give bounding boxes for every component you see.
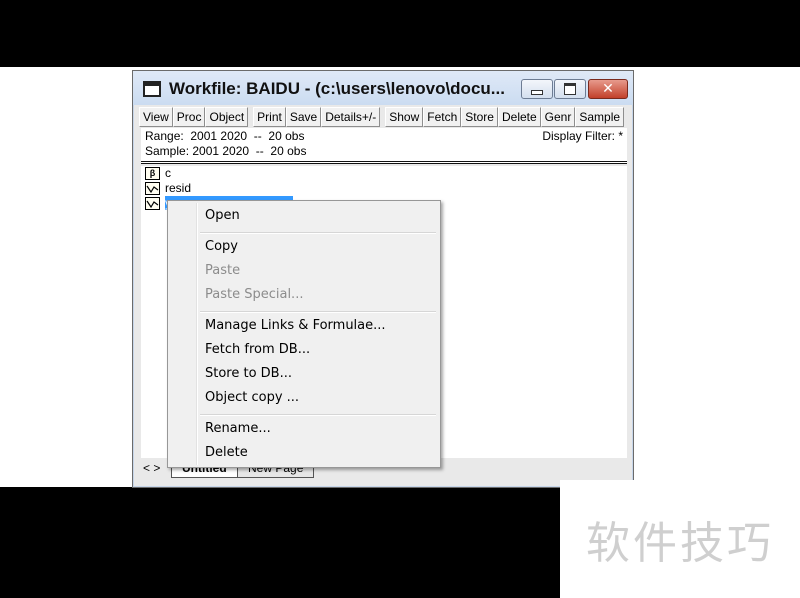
menu-item-store-to-db[interactable]: Store to DB... — [205, 363, 292, 385]
sample-button[interactable]: Sample — [575, 107, 625, 127]
divider — [141, 163, 627, 164]
range-text: Range: 2001 2020 -- 20 obs — [145, 129, 305, 143]
menu-separator — [200, 232, 436, 234]
minimize-icon — [531, 89, 543, 95]
print-button[interactable]: Print — [253, 107, 286, 127]
object-item-resid[interactable]: resid — [145, 181, 191, 195]
view-button[interactable]: View — [139, 107, 173, 127]
object-button[interactable]: Object — [205, 107, 249, 127]
menu-item-fetch-from-db[interactable]: Fetch from DB... — [205, 339, 310, 361]
save-button[interactable]: Save — [285, 107, 322, 127]
menu-item-delete[interactable]: Delete — [205, 442, 248, 464]
object-label: resid — [165, 181, 192, 195]
menu-separator — [200, 414, 436, 416]
beta-icon: β — [145, 166, 160, 180]
object-item-c[interactable]: β c — [145, 166, 171, 180]
object-label: c — [165, 166, 171, 180]
details-button[interactable]: Details+/- — [321, 107, 381, 127]
sample-text: Sample: 2001 2020 -- 20 obs — [145, 144, 307, 158]
delete-button[interactable]: Delete — [497, 107, 541, 127]
proc-button[interactable]: Proc — [172, 107, 206, 127]
maximize-button[interactable] — [554, 79, 586, 99]
window-icon — [143, 81, 161, 97]
series-icon — [145, 181, 160, 195]
toolbar: View Proc Object Print Save Details+/- S… — [139, 107, 625, 127]
close-icon: ✕ — [602, 81, 614, 97]
minimize-button[interactable] — [521, 79, 553, 99]
workfile-info: Range: 2001 2020 -- 20 obs Sample: 2001 … — [141, 128, 627, 164]
close-button[interactable]: ✕ — [588, 79, 628, 99]
fetch-button[interactable]: Fetch — [423, 107, 462, 127]
maximize-icon — [564, 83, 576, 95]
tab-scroll-arrows[interactable]: < > — [143, 461, 160, 475]
menu-item-rename[interactable]: Rename... — [205, 418, 271, 440]
show-button[interactable]: Show — [385, 107, 424, 127]
watermark-text: 软件技巧 — [560, 480, 800, 598]
menu-item-paste-special: Paste Special... — [205, 287, 304, 302]
menu-item-paste: Paste — [205, 263, 241, 278]
menu-item-open[interactable]: Open — [205, 205, 240, 227]
divider — [141, 161, 627, 162]
menu-item-object-copy[interactable]: Object copy ... — [205, 387, 299, 409]
title-bar[interactable]: Workfile: BAIDU - (c:\users\lenovo\docu.… — [133, 71, 633, 105]
series-icon — [145, 196, 160, 210]
menu-gutter — [196, 203, 198, 465]
window-title: Workfile: BAIDU - (c:\users\lenovo\docu.… — [169, 79, 505, 98]
menu-item-manage-links[interactable]: Manage Links & Formulae... — [205, 315, 386, 337]
genr-button[interactable]: Genr — [540, 107, 576, 127]
store-button[interactable]: Store — [461, 107, 498, 127]
display-filter[interactable]: Display Filter: * — [542, 129, 623, 143]
menu-separator — [200, 311, 436, 313]
menu-item-copy[interactable]: Copy — [205, 236, 238, 258]
context-menu: Open Copy Paste Paste Special... Manage … — [167, 200, 441, 468]
